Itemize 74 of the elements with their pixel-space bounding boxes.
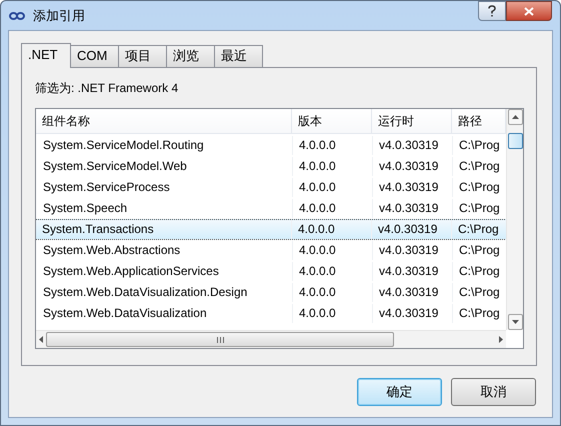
table-cell: 4.0.0.0 [293, 304, 373, 323]
table-cell: v4.0.30319 [373, 178, 453, 197]
column-header[interactable]: 版本 [292, 109, 372, 133]
table-cell-text: C:\Prog [458, 284, 501, 301]
table-cell: v4.0.30319 [373, 136, 453, 155]
scroll-thumb[interactable] [508, 133, 522, 149]
table-cell: v4.0.30319 [373, 262, 453, 281]
list-row[interactable]: System.Transactions 4.0.0.0 v4.0.30319 C:\Prog [36, 219, 506, 240]
up-arrow-icon [512, 115, 518, 119]
horizontal-scrollbar[interactable] [36, 330, 506, 348]
dialog-button[interactable]: 确定 [357, 378, 442, 406]
tab[interactable]: 最近 [214, 45, 263, 67]
column-header[interactable]: 组件名称 [36, 109, 292, 133]
table-cell: System.Web.ApplicationServices [37, 262, 293, 281]
table-cell-text: C:\Prog [458, 200, 501, 217]
list-row[interactable]: System.ServiceProcess 4.0.0.0 v4.0.30319 C:\Prog [36, 177, 506, 198]
table-cell: System.Transactions [36, 220, 292, 239]
table-cell: v4.0.30319 [373, 304, 453, 323]
table-cell: 4.0.0.0 [293, 178, 373, 197]
table-cell: 4.0.0.0 [293, 283, 373, 302]
left-arrow-icon [39, 336, 43, 343]
window-title: 添加引用 [33, 6, 85, 25]
tab[interactable]: 浏览 [166, 45, 215, 67]
column-header[interactable]: 运行时 [372, 109, 452, 133]
table-cell: 4.0.0.0 [293, 262, 373, 281]
list-row[interactable]: System.ServiceModel.Routing 4.0.0.0 v4.0.30319 C:\Prog [36, 135, 506, 156]
table-cell: v4.0.30319 [373, 199, 453, 218]
list-row[interactable]: System.Speech 4.0.0.0 v4.0.30319 C:\Prog [36, 198, 506, 219]
list-row[interactable]: System.Web.DataVisualization 4.0.0.0 v4.0.30319 C:\Prog [36, 303, 506, 324]
table-cell-text: C:\Prog [458, 158, 501, 175]
table-cell: System.Web.DataVisualization.Design [37, 283, 293, 302]
column-header[interactable]: 路径 [452, 109, 506, 133]
scroll-down-button[interactable] [508, 314, 522, 330]
table-cell: 4.0.0.0 [292, 220, 372, 239]
vertical-scrollbar[interactable] [506, 109, 523, 330]
list-row[interactable]: System.ServiceModel.Web 4.0.0.0 v4.0.30319 C:\Prog [36, 156, 506, 177]
table-cell: 4.0.0.0 [293, 157, 373, 176]
filter-label: 筛选为: .NET Framework 4 [35, 80, 180, 96]
tab[interactable]: .NET [21, 43, 71, 68]
list-row[interactable]: System.Web.DataVisualization.Design 4.0.0.0 v4.0.30319 C:\Prog [36, 282, 506, 303]
table-cell: v4.0.30319 [373, 157, 453, 176]
table-cell-text: C:\Prog [458, 137, 501, 154]
list-row[interactable]: System.Web.ApplicationServices 4.0.0.0 v4.0.30319 C:\Prog [36, 261, 506, 282]
help-button[interactable] [478, 1, 506, 21]
table-cell-text: C:\Prog [458, 305, 501, 322]
tab[interactable]: COM [70, 45, 119, 67]
right-arrow-icon [499, 336, 503, 343]
table-cell: System.Speech [37, 199, 293, 218]
table-cell-text: C:\Prog [458, 242, 501, 259]
table-cell: System.Web.DataVisualization [37, 304, 293, 323]
link-icon [9, 10, 25, 20]
table-cell: System.ServiceProcess [37, 178, 293, 197]
scroll-thumb[interactable] [46, 332, 394, 347]
table-cell: v4.0.30319 [373, 283, 453, 302]
scroll-up-button[interactable] [508, 109, 522, 125]
table-cell: System.Web.Abstractions [37, 241, 293, 260]
table-cell-text: C:\Prog [457, 221, 500, 238]
table-cell-text: C:\Prog [458, 263, 501, 280]
table-cell: 4.0.0.0 [293, 136, 373, 155]
table-cell: System.ServiceModel.Web [37, 157, 293, 176]
grip-icon [216, 336, 224, 342]
dialog-button[interactable]: 取消 [451, 378, 536, 406]
down-arrow-icon [512, 320, 518, 324]
table-cell-text: C:\Prog [458, 179, 501, 196]
table-cell: System.ServiceModel.Routing [37, 136, 293, 155]
close-icon [524, 6, 534, 16]
table-cell: 4.0.0.0 [293, 241, 373, 260]
close-button[interactable] [506, 1, 552, 21]
help-icon [488, 5, 496, 17]
table-cell: 4.0.0.0 [293, 199, 373, 218]
tab[interactable]: 项目 [118, 45, 167, 67]
table-cell: v4.0.30319 [373, 241, 453, 260]
table-cell: v4.0.30319 [372, 220, 452, 239]
list-row[interactable]: System.Web.Abstractions 4.0.0.0 v4.0.30319 C:\Prog [36, 240, 506, 261]
